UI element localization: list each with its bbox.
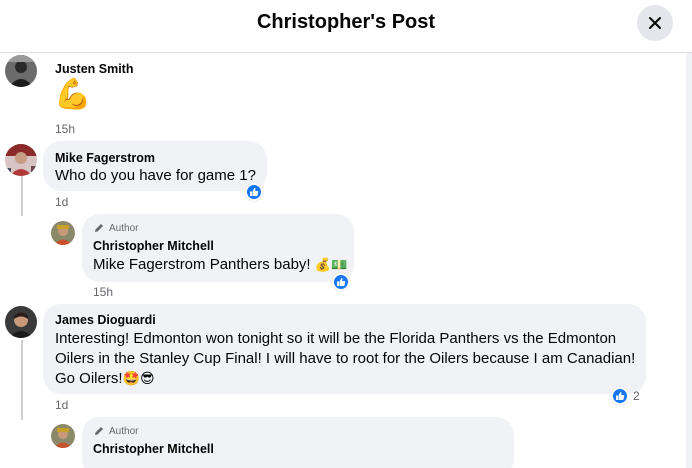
thumbs-up-icon [250, 188, 259, 196]
comment-text-line: Oilers in the Stanley Cup Final! I will … [55, 350, 636, 367]
avatar[interactable] [5, 144, 37, 176]
close-icon [649, 17, 661, 29]
dialog-header: Christopher's Post [0, 0, 692, 53]
comment-text-line-3: Go Oilers! [55, 370, 123, 387]
reaction-count[interactable]: 2 [633, 389, 640, 403]
dialog-title: Christopher's Post [256, 11, 436, 33]
avatar[interactable] [51, 221, 75, 245]
like-reaction[interactable] [245, 183, 263, 201]
comment-time[interactable]: 1d [55, 195, 68, 209]
commenter-name[interactable]: Christopher Mitchell [93, 239, 214, 253]
commenter-name[interactable]: Justen Smith [55, 62, 134, 76]
thumbs-up-icon [616, 392, 625, 400]
comment-text: Mike Fagerstrom Panthers baby! 💰💵 [93, 256, 347, 273]
avatar[interactable] [5, 306, 37, 338]
avatar[interactable] [51, 424, 75, 448]
author-label: Author [109, 425, 139, 437]
comment-text: Who do you have for game 1? [55, 167, 256, 184]
avatar[interactable] [5, 55, 37, 87]
author-badge: Author [93, 222, 138, 234]
reply-text: Mike Fagerstrom Panthers baby! [93, 256, 311, 273]
comment-emoji: 💪 [54, 78, 92, 111]
thread-line [21, 340, 23, 420]
author-badge: Author [93, 425, 138, 437]
like-reaction[interactable] [332, 273, 350, 291]
scrollbar[interactable] [686, 53, 692, 468]
author-label: Author [109, 222, 139, 234]
like-reaction[interactable] [611, 387, 629, 405]
reply-emojis: 💰💵 [314, 257, 348, 272]
thread-line [21, 176, 23, 216]
thumbs-up-icon [337, 278, 346, 286]
commenter-name[interactable]: Christopher Mitchell [93, 442, 214, 456]
pencil-icon [95, 224, 103, 232]
comment-emojis: 🤩😎 [122, 370, 155, 386]
commenter-name[interactable]: Mike Fagerstrom [55, 151, 155, 165]
comment-time[interactable]: 15h [55, 122, 75, 136]
comment-time[interactable]: 15h [93, 285, 113, 299]
comment-time[interactable]: 1d [55, 398, 68, 412]
comment-text-line: Go Oilers!🤩😎 [55, 370, 155, 387]
commenter-name[interactable]: James Dioguardi [55, 313, 156, 327]
close-button[interactable] [637, 5, 673, 41]
comment-text-line: Interesting! Edmonton won tonight so it … [55, 330, 617, 347]
pencil-icon [95, 427, 103, 435]
